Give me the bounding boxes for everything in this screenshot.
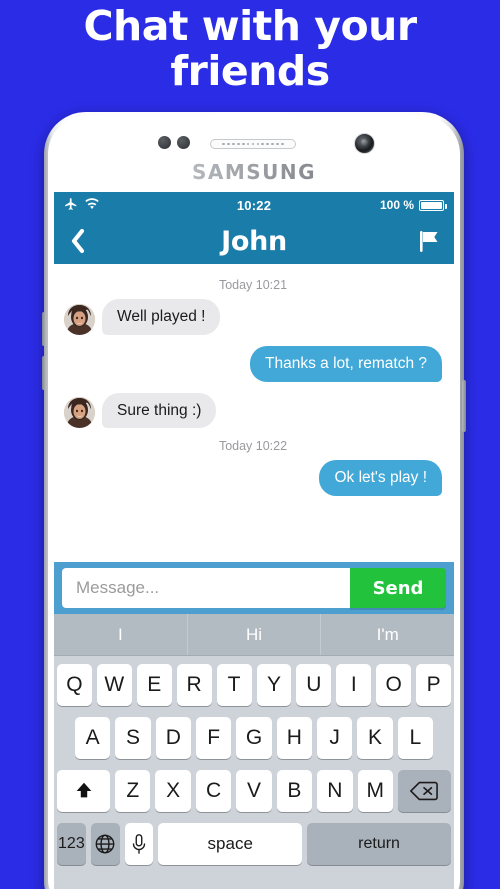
keyboard-row-2: A S D F G H J K L — [57, 717, 451, 759]
key-s[interactable]: S — [115, 717, 151, 759]
phone-brand-label: SAMSUNG — [48, 160, 460, 184]
key-t[interactable]: T — [216, 664, 252, 706]
key-m[interactable]: M — [357, 770, 393, 812]
chat-nav-bar: John — [54, 218, 454, 264]
message-input[interactable] — [62, 568, 350, 608]
phone-top-hardware: SAMSUNG — [48, 116, 460, 194]
shift-icon[interactable] — [56, 770, 111, 812]
front-camera-icon — [354, 133, 375, 154]
key-x[interactable]: X — [155, 770, 191, 812]
message-row-incoming: Sure thing :) — [64, 392, 442, 429]
space-key[interactable]: space — [158, 823, 303, 865]
key-u[interactable]: U — [296, 664, 332, 706]
message-bubble: Well played ! — [96, 299, 221, 335]
key-q[interactable]: Q — [56, 664, 92, 706]
suggestion-item[interactable]: I — [54, 614, 187, 655]
key-p[interactable]: P — [416, 664, 452, 706]
key-b[interactable]: B — [276, 770, 313, 812]
keyboard-row-3: Z X C V B N M — [56, 770, 452, 812]
avatar — [64, 397, 95, 429]
keyboard-row-4: 123 space return — [57, 823, 451, 865]
back-chevron-icon[interactable] — [68, 227, 87, 255]
key-n[interactable]: N — [317, 770, 353, 812]
message-timestamp: Today 10:21 — [218, 278, 288, 292]
suggestion-item[interactable]: I'm — [320, 614, 454, 655]
phone-front-panel: SAMSUNG 10:22 100 % John Today 10:21 Wel… — [48, 116, 460, 889]
avatar — [64, 303, 95, 335]
key-g[interactable]: G — [236, 717, 272, 759]
key-y[interactable]: Y — [256, 664, 292, 706]
page-title: Chat with your friends — [0, 4, 500, 94]
key-o[interactable]: O — [376, 664, 412, 706]
key-a[interactable]: A — [75, 717, 111, 759]
status-bar: 10:22 100 % — [54, 192, 454, 218]
battery-percent-label: 100 % — [379, 198, 414, 212]
key-f[interactable]: F — [196, 717, 232, 759]
key-i[interactable]: I — [336, 664, 372, 706]
keyboard-row-1: Q W E R T Y U I O P — [56, 664, 452, 706]
message-row-outgoing: Thanks a lot, rematch ? — [64, 345, 447, 382]
microphone-icon[interactable] — [124, 823, 154, 865]
volume-up-button[interactable] — [42, 312, 46, 346]
key-r[interactable]: R — [176, 664, 212, 706]
key-c[interactable]: C — [195, 770, 232, 812]
earpiece-speaker-icon — [210, 139, 296, 149]
key-d[interactable]: D — [155, 717, 191, 759]
phone-screen: 10:22 100 % John Today 10:21 Well played… — [54, 192, 454, 889]
headline-line-2: friends — [170, 47, 330, 95]
key-v[interactable]: V — [236, 770, 272, 812]
status-bar-right: 100 % — [379, 198, 448, 212]
battery-full-icon — [419, 199, 448, 211]
keyboard-suggestion-bar: I Hi I'm — [54, 614, 454, 656]
key-w[interactable]: W — [96, 664, 132, 706]
volume-down-button[interactable] — [42, 356, 46, 390]
light-sensor-icon — [177, 136, 190, 149]
on-screen-keyboard: Q W E R T Y U I O P A S D F G H J K L Z … — [54, 656, 454, 889]
send-button[interactable]: Send — [350, 568, 446, 608]
key-k[interactable]: K — [357, 717, 393, 759]
message-composer: Send — [54, 562, 454, 614]
message-timestamp: Today 10:22 — [218, 439, 288, 454]
sensor-dots — [158, 136, 190, 149]
key-j[interactable]: J — [316, 717, 353, 759]
power-button[interactable] — [462, 380, 466, 432]
backspace-icon[interactable] — [397, 770, 452, 812]
key-h[interactable]: H — [276, 717, 312, 759]
headline-line-1: Chat with your — [83, 2, 417, 50]
message-row-incoming: Well played ! — [64, 299, 442, 335]
message-bubble: Sure thing :) — [96, 392, 217, 429]
key-z[interactable]: Z — [115, 770, 151, 812]
key-e[interactable]: E — [136, 664, 172, 706]
message-row-outgoing: Ok let's play ! — [64, 460, 447, 497]
flag-icon[interactable] — [418, 229, 440, 253]
numbers-key[interactable]: 123 — [57, 823, 86, 865]
return-key[interactable]: return — [307, 823, 451, 865]
proximity-sensor-icon — [158, 136, 171, 149]
message-list[interactable]: Today 10:21 Well played ! Thanks a lot, … — [54, 264, 454, 562]
key-l[interactable]: L — [397, 717, 433, 759]
phone-mockup: SAMSUNG 10:22 100 % John Today 10:21 Wel… — [42, 112, 466, 889]
message-bubble: Ok let's play ! — [319, 460, 447, 497]
message-bubble: Thanks a lot, rematch ? — [250, 345, 447, 382]
chat-contact-name: John — [221, 225, 287, 257]
globe-icon[interactable] — [90, 823, 120, 865]
suggestion-item[interactable]: Hi — [186, 614, 321, 655]
